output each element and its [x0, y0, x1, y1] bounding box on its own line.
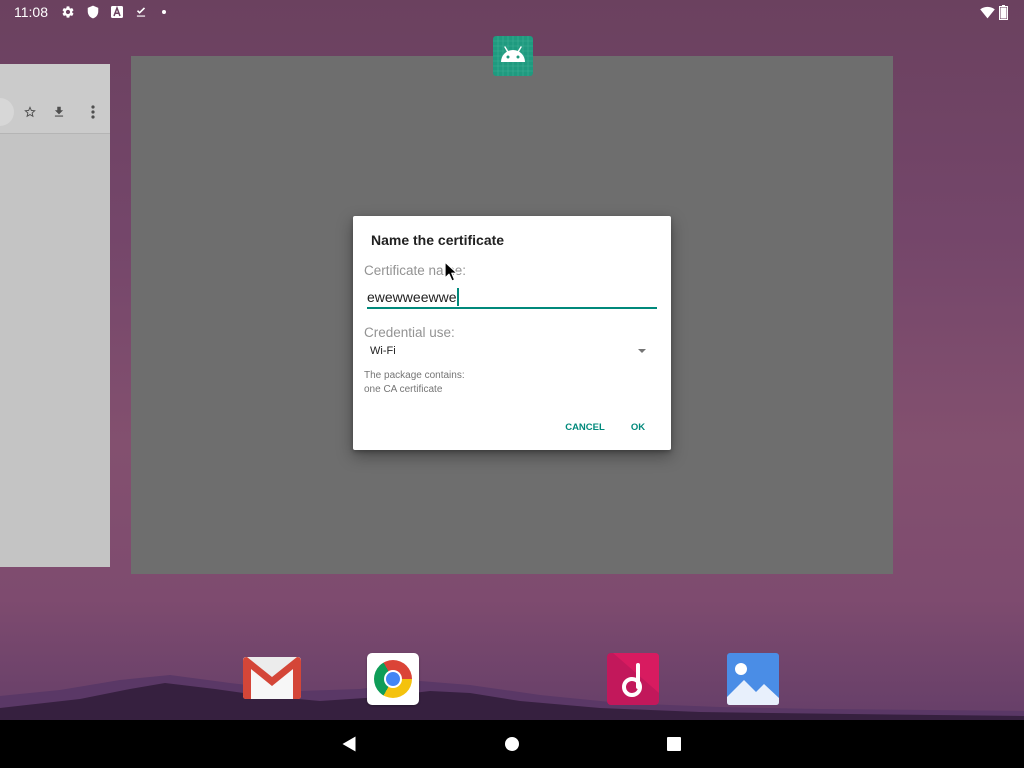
name-certificate-dialog: Name the certificate Certificate name: e… [353, 216, 671, 450]
text-caret [457, 288, 460, 306]
back-icon[interactable] [341, 736, 357, 752]
browser-toolbar [0, 64, 110, 134]
credential-use-label: Credential use: [364, 325, 455, 340]
cancel-button[interactable]: CANCEL [556, 414, 614, 442]
notification-dot-icon [162, 10, 166, 14]
gmail-icon[interactable] [243, 657, 301, 699]
battery-fill [1000, 7, 1007, 19]
chrome-logo-ring [374, 660, 412, 698]
home-icon[interactable] [505, 737, 519, 751]
background-browser-window[interactable] [0, 64, 110, 567]
star-icon[interactable] [23, 105, 37, 119]
shield-icon [87, 5, 99, 19]
android-icon[interactable] [493, 36, 533, 76]
gallery-icon[interactable] [727, 653, 779, 705]
navigation-bar [0, 720, 1024, 768]
chrome-logo-dot [386, 672, 400, 686]
music-app-icon[interactable] [607, 653, 659, 705]
dialog-title: Name the certificate [371, 232, 505, 248]
credential-use-spinner[interactable]: Wi-Fi [364, 340, 657, 362]
certificate-name-value: ewewweewwe [367, 289, 457, 305]
recents-icon[interactable] [667, 737, 681, 751]
status-time: 11:08 [14, 4, 48, 20]
download-done-icon [136, 7, 146, 17]
package-info-line-1: The package contains: [364, 370, 465, 381]
wifi-icon [980, 6, 995, 19]
more-vert-icon[interactable] [91, 105, 95, 119]
status-bar: 11:08 [0, 0, 1024, 24]
gear-icon [62, 6, 74, 18]
address-bar-edge[interactable] [0, 98, 14, 126]
chrome-icon[interactable] [367, 653, 419, 705]
field-underline [367, 307, 657, 309]
certificate-name-field[interactable]: ewewweewwe [367, 288, 657, 309]
chrome-logo-center [384, 670, 402, 688]
download-icon[interactable] [52, 105, 66, 119]
package-info-line-2: one CA certificate [364, 384, 443, 395]
ok-button[interactable]: OK [621, 414, 655, 442]
credential-use-value: Wi-Fi [370, 345, 396, 357]
battery-icon [999, 5, 1008, 20]
a-box-icon [111, 6, 123, 18]
mouse-pointer-icon [444, 261, 458, 282]
dropdown-arrow-icon [638, 349, 646, 353]
wallpaper-mountains [0, 675, 1024, 720]
